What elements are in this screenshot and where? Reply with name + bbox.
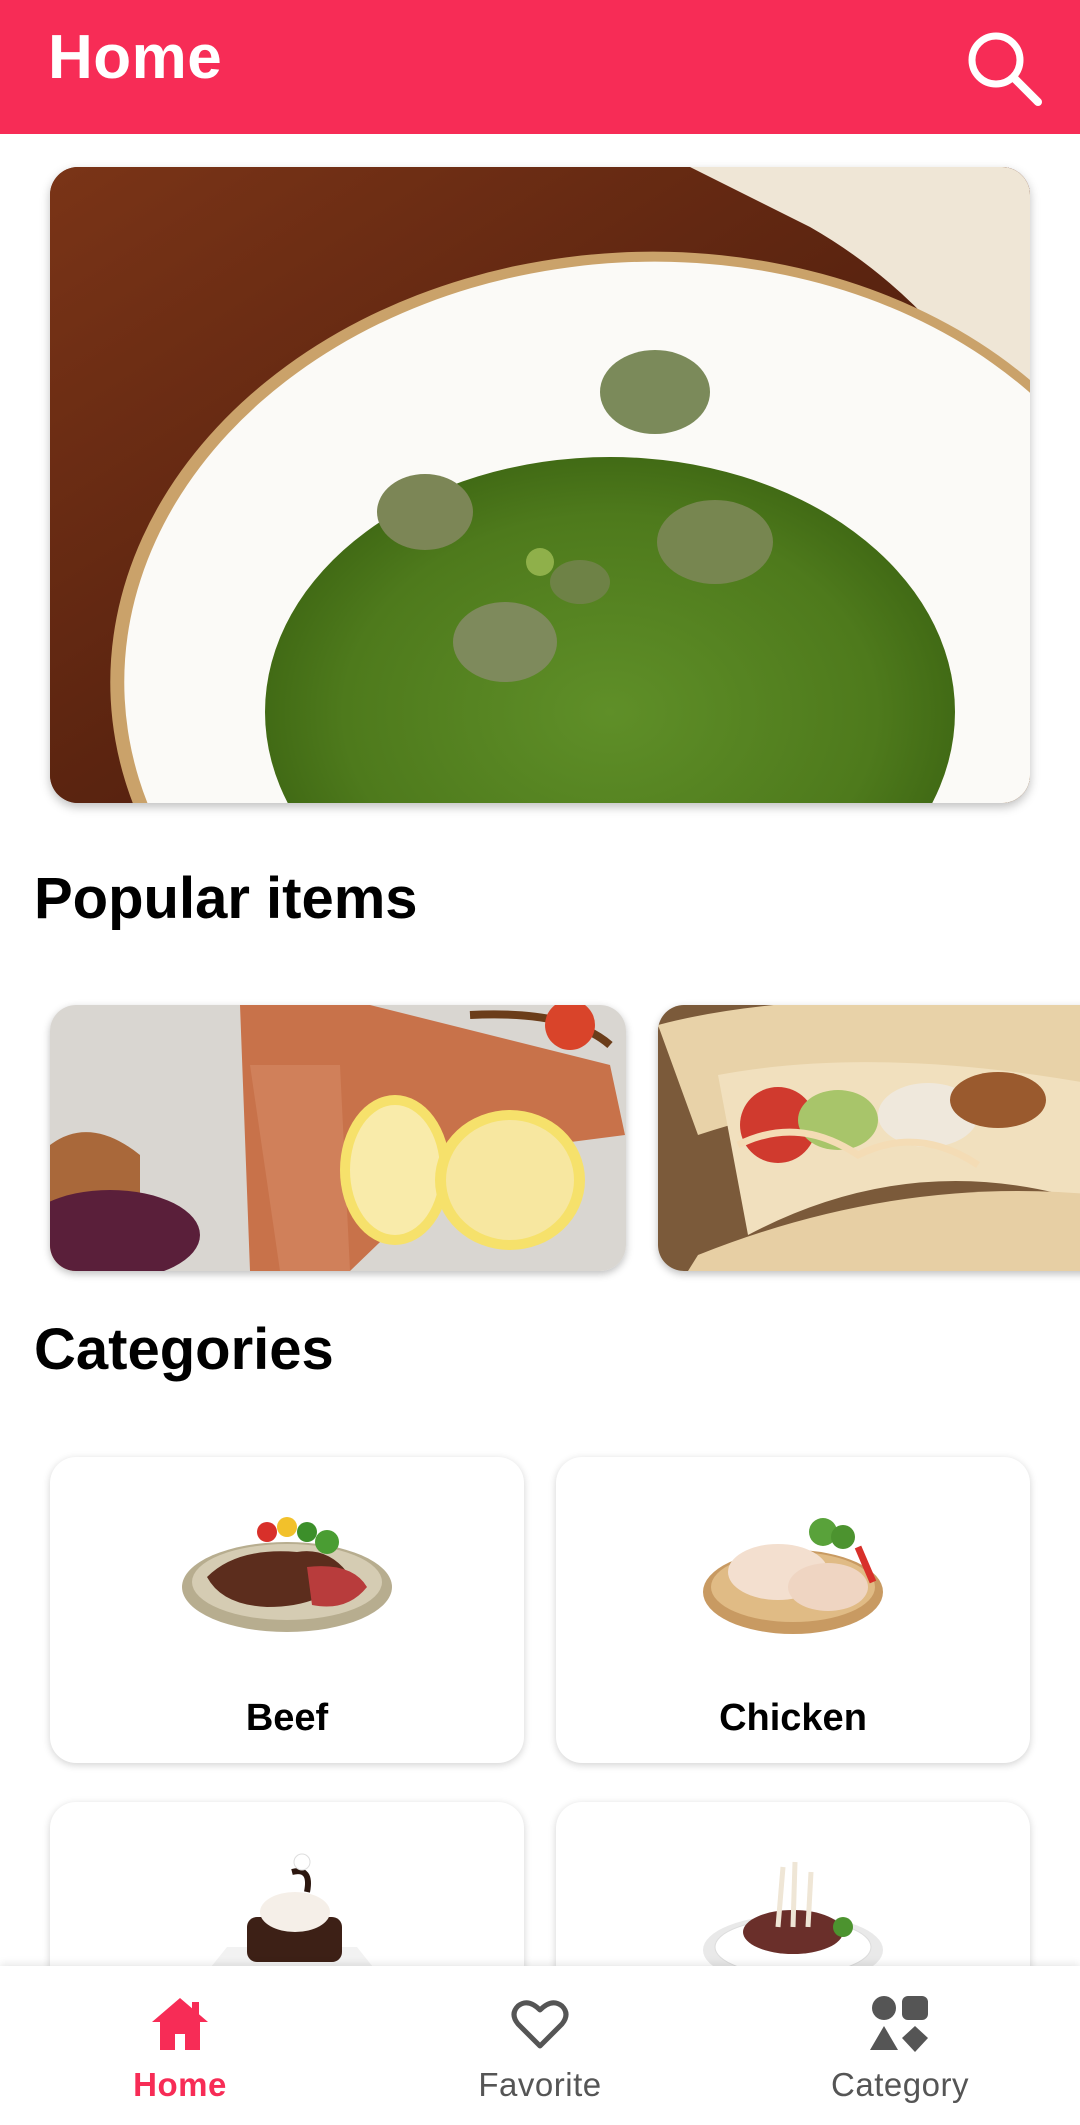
nav-item-category[interactable]: Category bbox=[720, 1966, 1080, 2125]
nav-item-home[interactable]: Home bbox=[0, 1966, 360, 2125]
app-bar: Home bbox=[0, 0, 1080, 134]
search-button[interactable] bbox=[958, 22, 1050, 114]
soup-illustration bbox=[50, 167, 1030, 803]
salmon-illustration bbox=[50, 1005, 626, 1271]
nav-item-favorite[interactable]: Favorite bbox=[360, 1966, 720, 2125]
bottom-navigation: Home Favorite Category bbox=[0, 1966, 1080, 2125]
nav-label-favorite: Favorite bbox=[478, 2066, 602, 2103]
nav-label-category: Category bbox=[831, 2066, 969, 2103]
category-label: Chicken bbox=[719, 1697, 867, 1739]
category-label: Beef bbox=[245, 1697, 329, 1739]
home-icon bbox=[152, 1998, 208, 2050]
category-card-beef[interactable]: Beef bbox=[50, 1457, 524, 1763]
category-icon bbox=[870, 1996, 928, 2052]
popular-item-card[interactable] bbox=[50, 1005, 626, 1271]
tacos-illustration bbox=[658, 1005, 1080, 1271]
beef-image bbox=[182, 1517, 392, 1632]
featured-meal-image[interactable] bbox=[50, 167, 1030, 803]
categories-title: Categories bbox=[34, 1317, 334, 1382]
heart-icon bbox=[511, 2000, 569, 2049]
search-icon bbox=[968, 32, 1042, 106]
popular-item-card[interactable] bbox=[658, 1005, 1080, 1271]
chicken-image bbox=[703, 1518, 883, 1634]
category-card-chicken[interactable]: Chicken bbox=[556, 1457, 1030, 1763]
popular-items-title: Popular items bbox=[34, 866, 418, 931]
page-title: Home bbox=[48, 23, 223, 92]
nav-label-home: Home bbox=[133, 2066, 227, 2103]
